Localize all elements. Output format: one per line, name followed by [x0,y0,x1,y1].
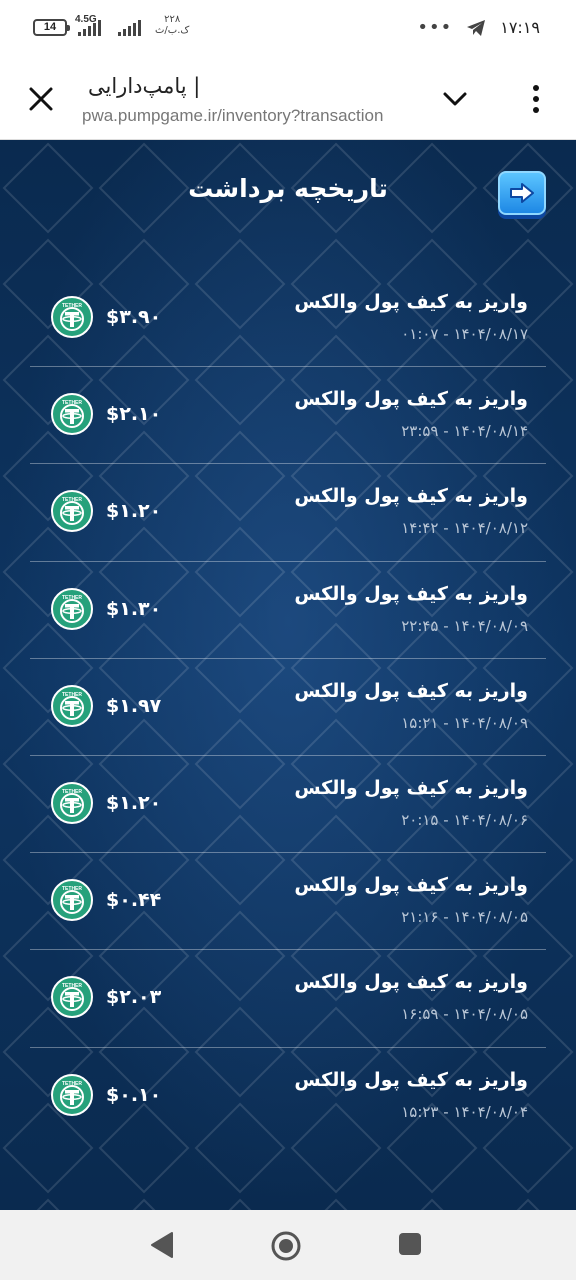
speed-unit: ک.ب/ث [155,25,190,36]
tether-icon: TETHER [51,490,93,533]
signal-icon-secondary [118,20,141,36]
tether-icon: TETHER [51,587,93,630]
transaction-row[interactable]: واریز به کیف پول والکس ۱۴۰۴/۰۸/۰۹ - ۱۵:۲… [30,659,546,756]
transaction-date: ۱۴۰۴/۰۸/۰۶ - ۲۰:۱۵ [401,810,528,829]
transaction-list: واریز به کیف پول والکس ۱۴۰۴/۰۸/۱۷ - ۰۱:۰… [30,270,546,1145]
transaction-row[interactable]: واریز به کیف پول والکس ۱۴۰۴/۰۸/۰۹ - ۲۲:۴… [30,562,546,659]
tether-icon: TETHER [51,976,93,1019]
transaction-title: واریز به کیف پول والکس [294,1068,528,1091]
transaction-amount: $۱.۳۰ [106,597,162,620]
transaction-amount: $۱.۲۰ [106,500,162,523]
transaction-date: ۱۴۰۴/۰۸/۰۹ - ۲۲:۴۵ [401,616,528,635]
nav-home-button[interactable] [270,1230,302,1262]
transaction-amount: $۰.۴۴ [106,889,162,912]
status-right: ••• ۱۷:۱۹ [417,18,540,37]
browser-toolbar: | پامپ‌دارایی pwa.pumpgame.ir/inventory?… [0,58,576,140]
tether-icon: TETHER [51,781,93,824]
transaction-date: ۱۴۰۴/۰۸/۰۹ - ۱۵:۲۱ [401,713,528,732]
clock: ۱۷:۱۹ [500,18,540,37]
transaction-date: ۱۴۰۴/۰۸/۱۷ - ۰۱:۰۷ [401,325,528,343]
close-button[interactable] [26,84,56,114]
main-content: تاریخچه برداشت واریز به کیف پول والکس ۱۴… [0,140,576,1210]
transaction-title: واریز به کیف پول والکس [294,388,528,411]
home-circle-icon [271,1231,301,1261]
transaction-date: ۱۴۰۴/۰۸/۱۴ - ۲۳:۵۹ [401,422,528,441]
page-url[interactable]: pwa.pumpgame.ir/inventory?transaction [82,106,412,126]
transaction-row[interactable]: واریز به کیف پول والکس ۱۴۰۴/۰۸/۰۶ - ۲۰:۱… [30,756,546,854]
transaction-title: واریز به کیف پول والکس [294,679,528,702]
more-menu-button[interactable] [524,82,548,116]
transaction-title: واریز به کیف پول والکس [294,582,528,605]
transaction-date: ۱۴۰۴/۰۸/۰۵ - ۱۶:۵۹ [401,1005,528,1024]
arrow-right-icon [510,183,534,203]
tether-icon: TETHER [51,393,93,436]
transaction-amount: $۲.۰۳ [106,986,162,1009]
speed-value: ۲۲۸ [164,14,181,25]
nav-back-button[interactable] [150,1231,174,1259]
status-bar: 14 4.5G ۲۲۸ ک.ب/ث ••• ۱۷:۱۹ [0,0,576,58]
transaction-row[interactable]: واریز به کیف پول والکس ۱۴۰۴/۰۸/۰۵ - ۲۱:۱… [30,853,546,951]
transaction-title: واریز به کیف پول والکس [294,776,528,799]
telegram-icon [467,19,486,36]
transaction-date: ۱۴۰۴/۰۸/۰۵ - ۲۱:۱۶ [401,908,528,927]
transaction-row[interactable]: واریز به کیف پول والکس ۱۴۰۴/۰۸/۰۵ - ۱۶:۵… [30,950,546,1048]
tether-icon: TETHER [51,1073,93,1116]
tether-icon: TETHER [51,684,93,727]
transaction-row[interactable]: واریز به کیف پول والکس ۱۴۰۴/۰۸/۱۲ - ۱۴:۴… [30,464,546,562]
close-icon [29,87,53,111]
transaction-date: ۱۴۰۴/۰۸/۰۴ - ۱۵:۲۳ [401,1102,528,1121]
nav-recents-button[interactable] [399,1233,421,1255]
back-triangle-icon [151,1232,173,1258]
page-heading: تاریخچه برداشت [188,174,388,203]
signal-icon [78,20,101,36]
transaction-row[interactable]: واریز به کیف پول والکس ۱۴۰۴/۰۸/۱۴ - ۲۳:۵… [30,367,546,465]
page-title: | پامپ‌دارایی [88,74,201,98]
transaction-amount: $۱.۹۷ [106,694,162,717]
more-notifications-icon: ••• [417,16,453,38]
chevron-down-icon [443,92,467,106]
network-speed: ۲۲۸ ک.ب/ث [155,14,189,36]
transaction-amount: $۰.۱۰ [106,1083,162,1106]
tether-icon: TETHER [51,296,93,338]
transaction-title: واریز به کیف پول والکس [294,485,528,508]
transaction-row[interactable]: واریز به کیف پول والکس ۱۴۰۴/۰۸/۰۴ - ۱۵:۲… [30,1048,546,1145]
transaction-title: واریز به کیف پول والکس [294,971,528,994]
transaction-date: ۱۴۰۴/۰۸/۱۲ - ۱۴:۴۲ [401,519,528,538]
transaction-title: واریز به کیف پول والکس [294,291,528,313]
battery-icon: 14 [33,19,70,36]
tether-icon: TETHER [51,879,93,922]
more-vertical-icon [533,85,539,113]
transaction-row[interactable]: واریز به کیف پول والکس ۱۴۰۴/۰۸/۱۷ - ۰۱:۰… [30,270,546,368]
battery-level: 14 [43,21,57,33]
back-button[interactable] [498,171,546,215]
transaction-title: واریز به کیف پول والکس [294,874,528,897]
transaction-amount: $۳.۹۰ [106,306,162,328]
system-nav-bar [0,1210,576,1280]
transaction-amount: $۲.۱۰ [106,403,162,426]
transaction-amount: $۱.۲۰ [106,791,162,814]
expand-button[interactable] [440,84,470,114]
